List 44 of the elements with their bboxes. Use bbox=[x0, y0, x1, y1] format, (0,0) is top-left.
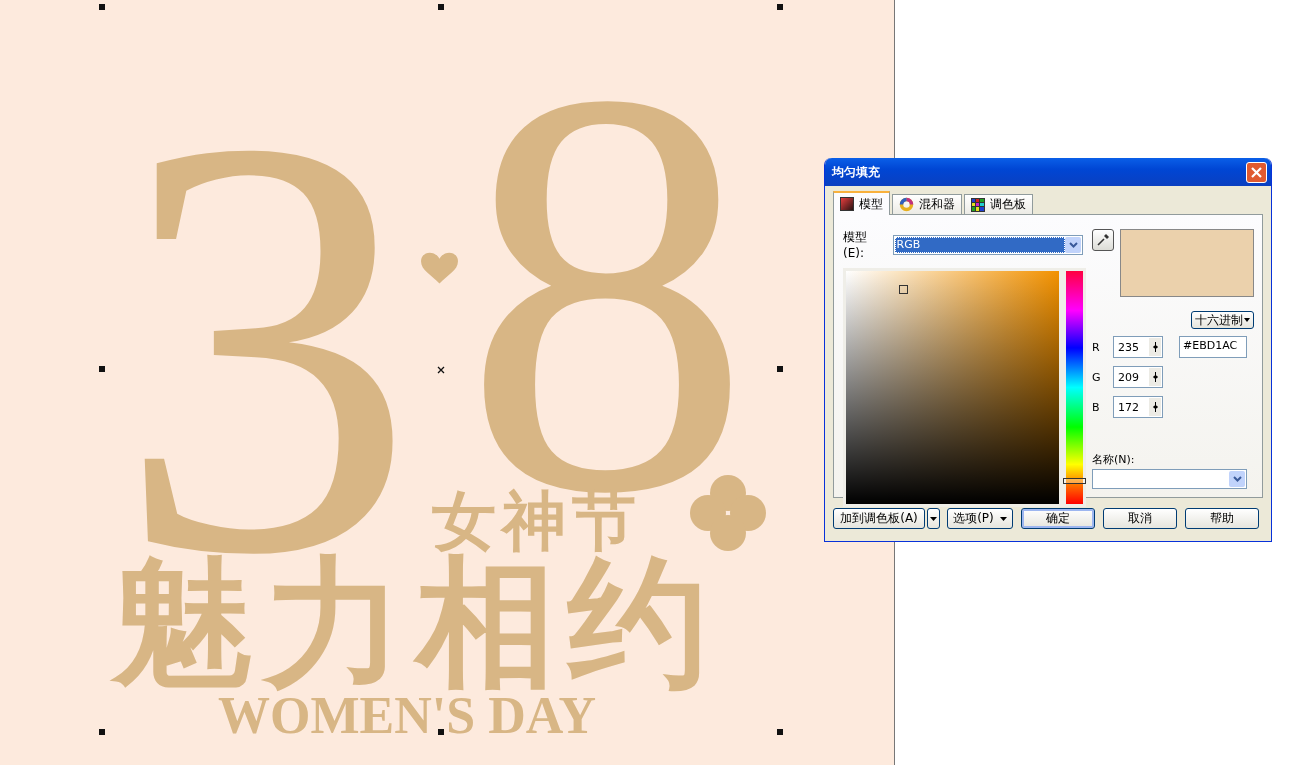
hue-slider[interactable] bbox=[1066, 271, 1083, 504]
color-field[interactable] bbox=[846, 271, 1059, 504]
chevron-down-icon bbox=[1068, 241, 1078, 248]
format-dropdown-button[interactable]: 十六进制 bbox=[1191, 311, 1254, 329]
spin-arrows-icon bbox=[1152, 342, 1158, 352]
name-dropdown[interactable] bbox=[1092, 469, 1247, 489]
artwork-slogan: 魅力相约 bbox=[112, 553, 720, 693]
close-icon bbox=[1251, 166, 1262, 178]
model-label: 模型(E): bbox=[843, 229, 868, 260]
add-to-palette-button[interactable]: 加到调色板(A) bbox=[833, 508, 925, 529]
channel-label: G bbox=[1092, 370, 1101, 384]
options-button[interactable]: 选项(P) bbox=[947, 508, 1013, 529]
channel-spinbox[interactable]: 172 bbox=[1113, 396, 1163, 418]
eyedropper-button[interactable] bbox=[1092, 229, 1114, 251]
color-square-icon bbox=[840, 197, 854, 211]
color-ring-icon bbox=[899, 197, 914, 212]
tab[interactable]: 模型 bbox=[833, 191, 890, 215]
color-picker-marker[interactable] bbox=[899, 285, 908, 294]
dialog-button[interactable]: 取消 bbox=[1103, 508, 1177, 529]
channel-label: B bbox=[1092, 400, 1101, 414]
ok-button[interactable]: 确定 bbox=[1021, 508, 1095, 529]
channel-spinbox[interactable]: 209 bbox=[1113, 366, 1163, 388]
heart-icon bbox=[419, 250, 460, 284]
caret-icon bbox=[1244, 318, 1250, 322]
artwork-subtitle: WOMEN'S DAY bbox=[218, 696, 596, 735]
name-label: 名称(N): bbox=[1092, 452, 1136, 467]
spin-arrows-icon bbox=[1152, 402, 1158, 412]
caret-icon bbox=[999, 516, 1007, 521]
tab[interactable]: 调色板 bbox=[964, 194, 1033, 214]
window-title: 均匀填充 bbox=[832, 163, 880, 181]
close-button[interactable] bbox=[1246, 161, 1267, 183]
channel-spinbox[interactable]: 235 bbox=[1113, 336, 1163, 358]
channel-label: R bbox=[1092, 340, 1101, 354]
hex-input[interactable]: #EBD1AC bbox=[1179, 336, 1247, 358]
hue-slider-thumb[interactable] bbox=[1063, 477, 1086, 484]
chevron-down-icon bbox=[1232, 476, 1242, 482]
eyedropper-icon bbox=[1096, 233, 1110, 247]
tab[interactable]: 混和器 bbox=[892, 194, 962, 214]
spin-arrows-icon bbox=[1152, 372, 1158, 382]
model-dropdown[interactable]: RGB bbox=[892, 234, 1083, 255]
caret-icon bbox=[930, 516, 937, 521]
palette-grid-icon bbox=[971, 197, 985, 212]
dialog-button[interactable]: 帮助 bbox=[1185, 508, 1259, 529]
dropdown-button[interactable] bbox=[927, 508, 940, 529]
